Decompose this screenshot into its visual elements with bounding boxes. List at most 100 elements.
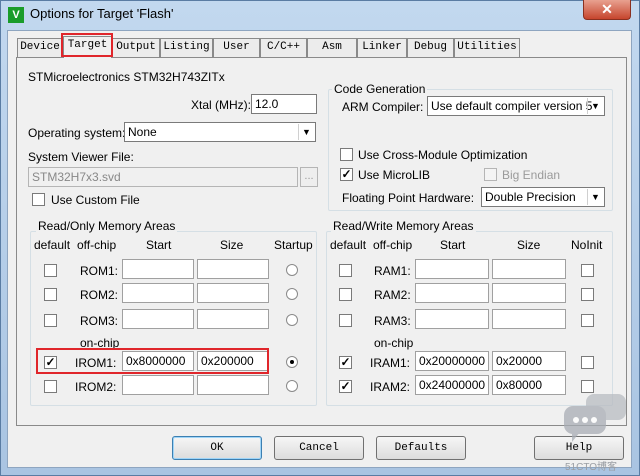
rom3-size-input[interactable] — [197, 309, 269, 329]
rom1-default-checkbox[interactable] — [44, 264, 57, 277]
big-endian-checkbox[interactable] — [484, 168, 497, 181]
xtal-input[interactable]: 12.0 — [251, 94, 317, 114]
irom1-label: IROM1: — [75, 356, 117, 370]
iram1-size-input[interactable]: 0x20000 — [492, 351, 566, 371]
os-select[interactable]: None ▼ — [124, 122, 316, 142]
rw-header-default: default — [330, 238, 367, 252]
rom1-start-input[interactable] — [122, 259, 194, 279]
ram2-size-input[interactable] — [492, 283, 566, 303]
irom2-start-input[interactable] — [122, 375, 194, 395]
tab-asm[interactable]: Asm — [307, 38, 357, 57]
iram2-default-checkbox[interactable]: ✓ — [339, 380, 352, 393]
svd-label: System Viewer File: — [28, 150, 134, 164]
rom1-label: ROM1: — [80, 264, 119, 278]
rom3-startup-radio[interactable] — [286, 314, 298, 326]
irom1-default-checkbox[interactable]: ✓ — [44, 356, 57, 369]
custom-file-checkbox[interactable] — [32, 193, 45, 206]
ram3-noinit-checkbox[interactable] — [581, 314, 594, 327]
iram2-label: IRAM2: — [370, 380, 411, 394]
ro-header-startup: Startup — [274, 238, 313, 252]
ram2-default-checkbox[interactable] — [339, 288, 352, 301]
tab-listing[interactable]: Listing — [160, 38, 213, 57]
iram1-label: IRAM1: — [370, 356, 411, 370]
chevron-down-icon: ▼ — [298, 124, 314, 140]
rom2-default-checkbox[interactable] — [44, 288, 57, 301]
ok-button[interactable]: OK — [172, 436, 262, 460]
iram1-noinit-checkbox[interactable] — [581, 356, 594, 369]
ro-onchip-label: on-chip — [80, 336, 120, 350]
tab-user[interactable]: User — [213, 38, 260, 57]
rom1-startup-radio[interactable] — [286, 264, 298, 276]
readwrite-memory-title: Read/Write Memory Areas — [331, 219, 476, 233]
ram2-start-input[interactable] — [415, 283, 489, 303]
ro-header-size: Size — [220, 238, 244, 252]
iram1-default-checkbox[interactable]: ✓ — [339, 356, 352, 369]
ram1-start-input[interactable] — [415, 259, 489, 279]
window-title: Options for Target 'Flash' — [30, 6, 174, 21]
tab-linker[interactable]: Linker — [357, 38, 407, 57]
rom1-size-input[interactable] — [197, 259, 269, 279]
rom3-label: ROM3: — [80, 314, 119, 328]
cross-module-checkbox[interactable] — [340, 148, 353, 161]
arm-compiler-select[interactable]: Use default compiler version 5 ▼ — [427, 96, 605, 116]
rw-header-start: Start — [440, 238, 466, 252]
microlib-label: Use MicroLIB — [358, 168, 431, 182]
tab-c-cpp[interactable]: C/C++ — [260, 38, 307, 57]
ro-header-offchip: off-chip — [77, 238, 117, 252]
tab-utilities[interactable]: Utilities — [454, 38, 520, 57]
svd-browse-button[interactable]: ... — [300, 167, 318, 187]
microlib-checkbox[interactable]: ✓ — [340, 168, 353, 181]
irom2-default-checkbox[interactable] — [44, 380, 57, 393]
code-generation-title: Code Generation — [332, 82, 428, 96]
irom1-startup-radio[interactable] — [286, 356, 298, 368]
ram1-noinit-checkbox[interactable] — [581, 264, 594, 277]
ram3-start-input[interactable] — [415, 309, 489, 329]
cancel-button[interactable]: Cancel — [274, 436, 364, 460]
tab-target[interactable]: Target — [63, 36, 112, 58]
ram3-size-input[interactable] — [492, 309, 566, 329]
iram2-start-input[interactable]: 0x24000000 — [415, 375, 489, 395]
close-button[interactable]: ✕ — [583, 0, 631, 20]
app-icon: V — [8, 7, 24, 23]
ram1-default-checkbox[interactable] — [339, 264, 352, 277]
irom1-size-input[interactable]: 0x200000 — [197, 351, 269, 371]
rom2-start-input[interactable] — [122, 283, 194, 303]
svd-file-input[interactable]: STM32H7x3.svd — [28, 167, 298, 187]
irom2-size-input[interactable] — [197, 375, 269, 395]
rom3-default-checkbox[interactable] — [44, 314, 57, 327]
ro-header-default: default — [34, 238, 71, 252]
ram3-label: RAM3: — [374, 314, 411, 328]
tab-output[interactable]: Output — [112, 38, 160, 57]
fpu-label: Floating Point Hardware: — [342, 191, 475, 205]
fpu-select[interactable]: Double Precision ▼ — [481, 187, 605, 207]
ram3-default-checkbox[interactable] — [339, 314, 352, 327]
arm-compiler-label: ARM Compiler: — [342, 100, 424, 114]
rom2-size-input[interactable] — [197, 283, 269, 303]
os-select-value: None — [128, 125, 157, 139]
irom2-label: IROM2: — [75, 380, 117, 394]
rom2-startup-radio[interactable] — [286, 288, 298, 300]
rom3-start-input[interactable] — [122, 309, 194, 329]
irom1-start-input[interactable]: 0x8000000 — [122, 351, 194, 371]
chevron-down-icon: ▼ — [587, 98, 603, 114]
tab-debug[interactable]: Debug — [407, 38, 454, 57]
big-endian-label: Big Endian — [502, 168, 561, 182]
device-name: STMicroelectronics STM32H743ZITx — [28, 70, 225, 84]
os-label: Operating system: — [28, 126, 126, 140]
arm-compiler-value: Use default compiler version 5 — [431, 99, 593, 113]
cross-module-label: Use Cross-Module Optimization — [358, 148, 528, 162]
tab-device[interactable]: Device — [17, 38, 63, 57]
ram2-label: RAM2: — [374, 288, 411, 302]
iram2-size-input[interactable]: 0x80000 — [492, 375, 566, 395]
chevron-down-icon: ▼ — [587, 189, 603, 205]
rw-header-size: Size — [517, 238, 541, 252]
rw-header-offchip: off-chip — [373, 238, 413, 252]
rw-onchip-label: on-chip — [374, 336, 414, 350]
rw-header-noinit: NoInit — [571, 238, 603, 252]
irom2-startup-radio[interactable] — [286, 380, 298, 392]
defaults-button[interactable]: Defaults — [376, 436, 466, 460]
custom-file-label: Use Custom File — [51, 193, 140, 207]
iram1-start-input[interactable]: 0x20000000 — [415, 351, 489, 371]
ram1-size-input[interactable] — [492, 259, 566, 279]
ram2-noinit-checkbox[interactable] — [581, 288, 594, 301]
